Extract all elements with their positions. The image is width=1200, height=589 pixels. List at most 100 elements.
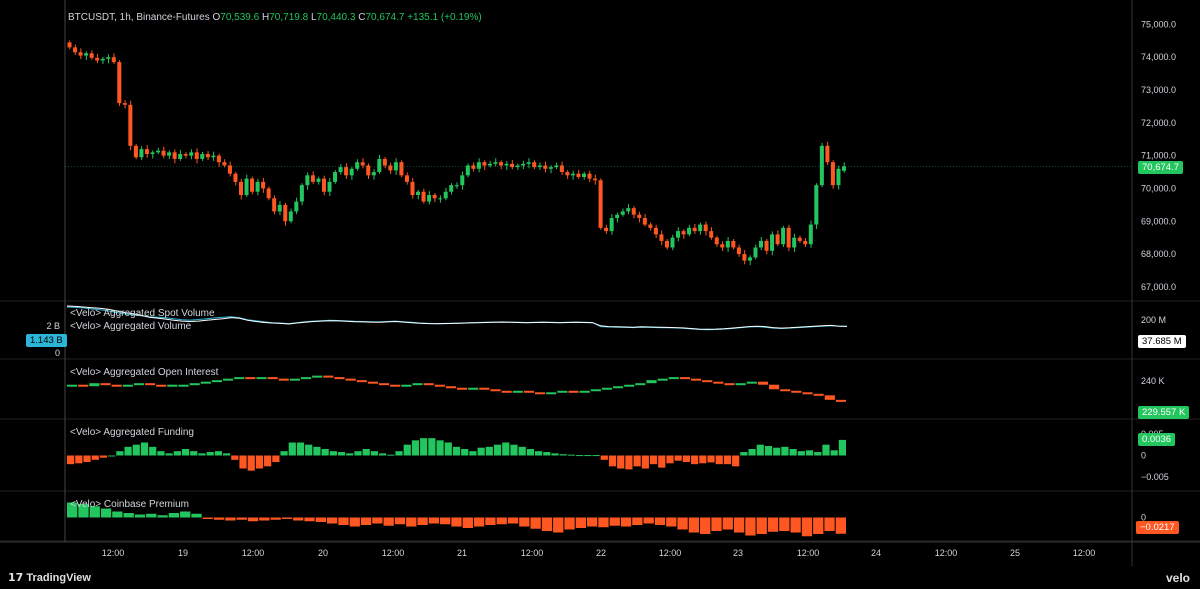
candle-body: [570, 173, 575, 176]
premium-bar: [790, 517, 801, 533]
funding-bar: [732, 455, 740, 467]
oi-candle: [434, 384, 445, 387]
premium-bar: [654, 517, 666, 525]
oi-candle: [479, 387, 490, 390]
candle-body: [819, 145, 824, 186]
open-interest-label[interactable]: <Velo> Aggregated Open Interest: [70, 367, 218, 378]
candle-body: [432, 195, 437, 199]
oi-candle: [189, 383, 200, 386]
candle-body: [73, 47, 78, 53]
candle-body: [698, 224, 703, 232]
funding-bar: [633, 455, 641, 467]
funding-bar: [116, 451, 124, 456]
premium-bar: [632, 517, 643, 525]
left-scale-bottom: 0: [54, 348, 60, 358]
funding-bar: [641, 455, 649, 469]
oi-candle: [546, 392, 557, 395]
candle-body: [720, 244, 725, 248]
funding-bar: [756, 444, 764, 456]
candle-body: [95, 57, 100, 61]
candle-body: [781, 227, 786, 245]
oi-candle: [289, 378, 300, 381]
funding-bar: [567, 454, 576, 456]
candle-body: [703, 224, 708, 232]
funding-bar: [444, 442, 452, 456]
velo-logo[interactable]: velo: [1166, 571, 1190, 585]
symbol-label: BTCUSDT, 1h, Binance-Futures: [68, 12, 210, 23]
candle-body: [344, 167, 349, 176]
candle-body: [78, 52, 83, 56]
funding-bar: [493, 444, 502, 456]
funding-bar: [576, 455, 584, 457]
premium-bar: [225, 517, 236, 521]
premium-bar: [666, 517, 677, 527]
funding-bar: [649, 455, 658, 465]
premium-bar: [372, 517, 383, 524]
premium-bar: [473, 517, 485, 527]
funding-bar: [165, 453, 173, 456]
oi-candle: [78, 384, 89, 387]
oi-candle: [490, 389, 501, 392]
premium-bar: [281, 517, 293, 519]
funding-bar: [707, 455, 715, 463]
candle-body: [676, 231, 681, 238]
candle-body: [487, 163, 492, 166]
funding-bar: [395, 451, 403, 456]
candle-body: [576, 173, 581, 177]
oi-candle: [679, 377, 690, 380]
premium-bar: [451, 517, 462, 527]
candle-body: [631, 208, 636, 215]
premium-bar: [767, 517, 779, 532]
premium-bar: [813, 517, 824, 534]
oi-candle: [211, 380, 222, 383]
price-tick-label: 67,000.0: [1141, 282, 1176, 292]
candle-body: [150, 152, 155, 154]
candle-body: [371, 172, 376, 176]
funding-bar: [436, 440, 444, 456]
oi-candle: [579, 390, 590, 393]
funding-bar: [255, 455, 264, 469]
candle-body: [670, 237, 675, 248]
funding-bar: [67, 455, 75, 465]
funding-bar: [280, 451, 288, 456]
funding-bar: [485, 446, 493, 456]
candle-body: [238, 181, 244, 196]
candle-body: [233, 173, 238, 182]
funding-label[interactable]: <Velo> Aggregated Funding: [70, 427, 194, 438]
candle-body: [211, 155, 216, 158]
candle-body: [836, 168, 841, 186]
oi-candle: [724, 383, 735, 386]
premium-bar: [587, 517, 598, 527]
premium-bar: [824, 517, 835, 531]
funding-bar: [814, 452, 822, 456]
premium-bar: [191, 513, 202, 518]
candle-body: [587, 173, 592, 179]
tradingview-logo[interactable]: 𝟭𝟳 TradingView: [8, 571, 91, 584]
funding-bar: [157, 451, 165, 456]
funding-bar: [764, 445, 773, 456]
oi-candle: [691, 378, 702, 381]
funding-bar: [510, 444, 518, 456]
time-tick-label: 21: [457, 548, 467, 558]
candle-body: [377, 158, 382, 173]
oi-candle: [323, 375, 334, 378]
spot-volume-label[interactable]: <Velo> Aggregated Spot Volume: [70, 308, 215, 319]
premium-label[interactable]: <Velo> Coinbase Premium: [70, 499, 189, 510]
candle-body: [476, 162, 481, 169]
candle-body: [360, 162, 365, 166]
candle-body: [498, 162, 504, 166]
candle-body: [189, 152, 194, 156]
low-value: 70,440.3: [316, 12, 356, 23]
candle-body: [747, 257, 752, 261]
price-tick-label: 74,000.0: [1141, 52, 1176, 62]
candle-body: [355, 162, 360, 169]
candle-body: [338, 167, 343, 173]
oi-candle: [813, 393, 824, 396]
candle-body: [808, 224, 813, 245]
oi-candle: [557, 390, 568, 393]
price-tick-label: 71,000.0: [1141, 151, 1176, 161]
oi-candle: [312, 375, 323, 378]
candle-body: [227, 165, 232, 174]
aggregated-volume-label[interactable]: <Velo> Aggregated Volume: [70, 321, 191, 332]
candle-body: [460, 175, 465, 186]
